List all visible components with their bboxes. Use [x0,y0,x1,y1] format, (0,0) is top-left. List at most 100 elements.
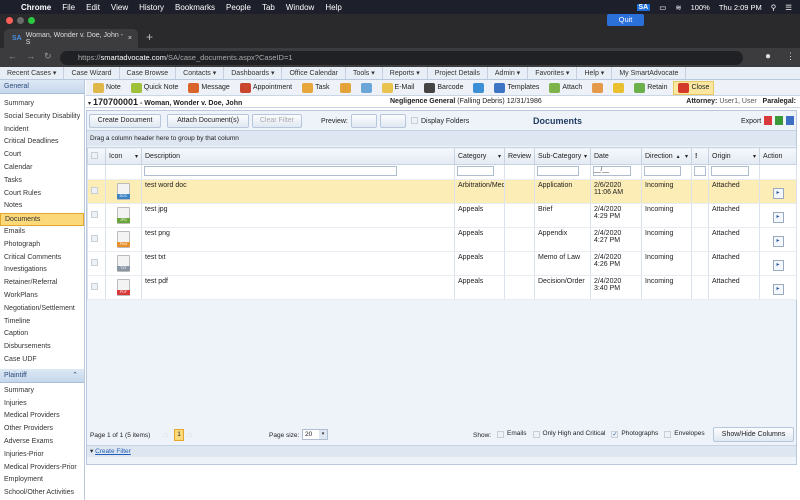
prev-page-icon[interactable]: ◌ [163,430,168,440]
create-document-button[interactable]: Create Document [89,114,161,128]
table-row[interactable]: JPG test jpg Appeals Brief 2/4/2020 4:29 PM In… [87,203,797,228]
new-tab-button[interactable]: + [146,30,153,44]
filter-icon[interactable]: ▾ [498,153,501,160]
sidebar-item-notes[interactable]: Notes [0,200,84,213]
airplay-icon[interactable]: ▭ [659,3,666,12]
filter-icon[interactable]: ▾ [753,153,756,160]
browser-tab[interactable]: SA Woman, Wonder v. Doe, John - S × [4,29,138,48]
column-header-direction[interactable]: Direction ▲ ▾ [641,147,692,165]
nav-case-wizard[interactable]: Case Wizard [64,67,120,79]
menu-edit[interactable]: Edit [86,3,100,12]
sidebar-plaintiff-item-adverse-exams[interactable]: Adverse Exams [0,436,84,449]
sidebar-plaintiff-item-summary[interactable]: Summary [0,385,84,398]
collapse-icon[interactable]: ▾ [88,101,91,107]
zoom-window-button[interactable] [28,17,35,24]
note-button[interactable]: Note [89,81,125,95]
menu-window[interactable]: Window [286,3,314,12]
sidebar-item-retainer-referral[interactable]: Retainer/Referral [0,277,84,290]
sidebar-item-calendar[interactable]: Calendar [0,162,84,175]
show-photographs-option[interactable]: ✓ Photographs [611,427,658,441]
action-menu-icon[interactable]: ▸ [772,212,784,223]
show-hide-columns-button[interactable]: Show/Hide Columns [713,427,794,442]
attach-documents-button[interactable]: Attach Document(s) [167,114,249,128]
description-cell[interactable]: test jpg [141,203,455,228]
nav-favorites[interactable]: Favorites ▾ [528,67,578,79]
sidebar-item-court-rules[interactable]: Court Rules [0,188,84,201]
nav-admin[interactable]: Admin ▾ [488,67,529,79]
page-1-button[interactable]: 1 [174,429,184,441]
txt-file-icon[interactable]: TXT [117,255,130,272]
nav-tools[interactable]: Tools ▾ [346,67,383,79]
sidebar-item-photograph[interactable]: Photograph [0,239,84,252]
show-only-high-and-critical-option[interactable]: Only High and Critical [532,427,605,441]
reload-icon[interactable]: ↻ [44,51,52,62]
column-header-sub-category[interactable]: Sub-Category ▾ [534,147,591,165]
filter-icon[interactable]: ▾ [685,153,688,160]
sidebar-plaintiff-item-school-other-activities[interactable]: School/Other Activities [0,487,84,500]
attach-button[interactable]: Attach [545,81,586,95]
templates-button[interactable]: Templates [490,81,543,95]
action-menu-icon[interactable]: ▸ [772,188,784,199]
notification-center-icon[interactable]: ☰ [785,3,792,12]
sidebar-section-general[interactable]: General [0,80,84,94]
envelopes-checkbox[interactable] [664,430,672,438]
wifi-icon[interactable]: ≋ [675,3,681,12]
menu-history[interactable]: History [139,3,164,12]
sidebar-plaintiff-item-medical-providers-prior[interactable]: Medical Providers-Prior [0,462,84,475]
column-header-blank[interactable] [87,147,106,165]
row-checkbox[interactable] [91,211,98,218]
sidebar-item-critical-deadlines[interactable]: Critical Deadlines [0,136,84,149]
tool-6-button[interactable] [357,81,376,95]
doc-file-icon[interactable]: DOC [117,183,130,200]
export-word-icon[interactable] [786,116,794,125]
tool-12-button[interactable] [588,81,607,95]
description-cell[interactable]: test pdf [141,275,455,300]
nav-contacts[interactable]: Contacts ▾ [176,67,225,79]
battery-status[interactable]: 100% [691,3,710,12]
sidebar-item-documents[interactable]: Documents [0,213,84,226]
column-header-review[interactable]: Review [504,147,535,165]
column-header-icon[interactable]: Icon ▾ [105,147,142,165]
nav-reports[interactable]: Reports ▾ [383,67,428,79]
sidebar-item-summary[interactable]: Summary [0,98,84,111]
smartadvocate-status-icon[interactable]: SA [636,3,651,11]
table-row[interactable]: PNG test png Appeals Appendix 2/4/2020 4:27 P… [87,227,797,252]
row-checkbox[interactable] [91,259,98,266]
sidebar-item-case-udf[interactable]: Case UDF [0,354,84,367]
tool-5-button[interactable] [336,81,355,95]
nav-case-browse[interactable]: Case Browse [120,67,177,79]
tool-13-button[interactable] [609,81,628,95]
clear-filter-button[interactable]: Clear Filter [252,114,302,128]
description-filter-input[interactable] [144,166,397,176]
sidebar-plaintiff-item-injuries-prior[interactable]: Injuries-Prior [0,449,84,462]
sidebar-item-caption[interactable]: Caption [0,328,84,341]
page-size-select[interactable]: 20 ▾ [302,429,328,440]
close-tab-icon[interactable]: × [128,35,132,42]
category-filter-input[interactable] [457,166,494,176]
menu-file[interactable]: File [62,3,75,12]
photographs-checkbox[interactable]: ✓ [611,430,619,438]
column-header-origin[interactable]: Origin ▾ [708,147,760,165]
group-by-area[interactable]: Drag a column header here to group by th… [87,130,796,146]
sidebar-item-social-security-disability[interactable]: Social Security Disability [0,111,84,124]
sidebar-item-workplans[interactable]: WorkPlans [0,290,84,303]
nav-dashboards[interactable]: Dashboards ▾ [224,67,283,79]
action-menu-icon[interactable]: ▸ [772,236,784,247]
sidebar-item-disbursements[interactable]: Disbursements [0,341,84,354]
app-menu[interactable]: Chrome [21,3,51,12]
column-header-description[interactable]: Description [141,147,455,165]
tool-9-button[interactable] [469,81,488,95]
sidebar-plaintiff-item-injuries[interactable]: Injuries [0,398,84,411]
export-excel-icon[interactable] [775,116,783,125]
emails-checkbox[interactable] [497,430,504,438]
row-checkbox[interactable] [91,283,98,290]
minimize-window-button[interactable] [17,17,24,24]
row-checkbox[interactable] [91,235,98,242]
forward-icon[interactable]: → [26,51,35,61]
select-all-checkbox[interactable] [91,151,98,159]
description-cell[interactable]: test word doc [141,179,455,204]
action-menu-icon[interactable]: ▸ [772,260,784,271]
preview-right-button[interactable] [351,114,377,128]
sidebar-item-emails[interactable]: Emails [0,226,84,239]
appointment-button[interactable]: Appointment [236,81,296,95]
